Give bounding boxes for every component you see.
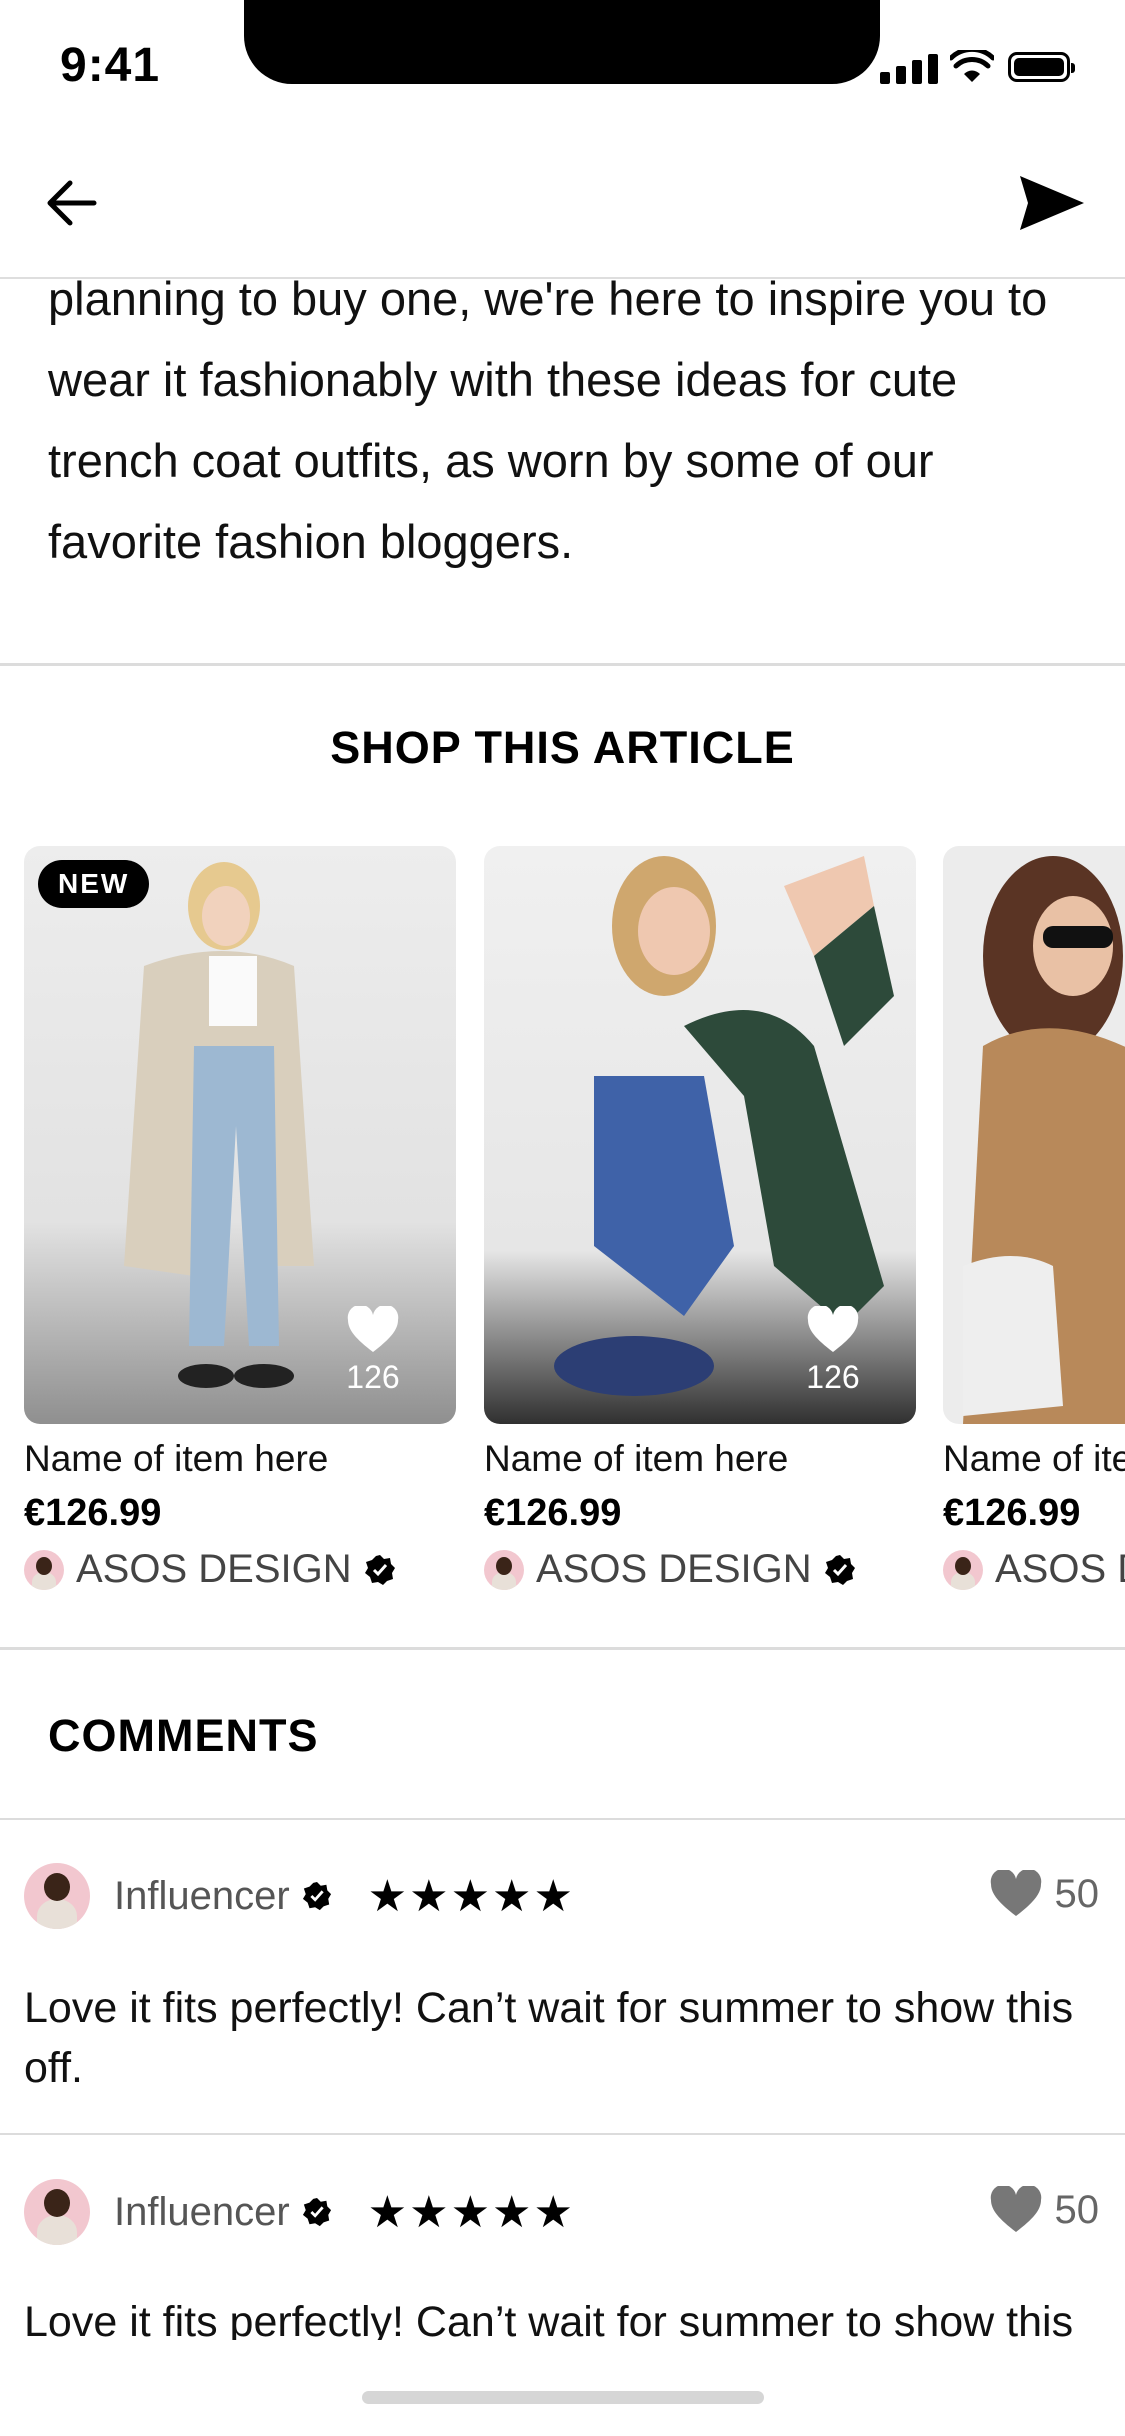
product-brand[interactable]: ASOS DESIGN (943, 1547, 1125, 1592)
product-image[interactable] (943, 846, 1125, 1424)
heart-icon[interactable] (806, 1304, 860, 1354)
device-notch (244, 0, 880, 84)
verified-badge-icon (824, 1554, 855, 1585)
comment-like-count: 50 (1054, 1871, 1100, 1916)
product-price: €126.99 (24, 1492, 162, 1534)
product-likes[interactable]: 126 (798, 1304, 868, 1396)
comment-header: Influencer ★★★★★ 50 (0, 2172, 1125, 2252)
wifi-icon (950, 50, 994, 82)
product-card[interactable]: Name of item here €126.99 ASOS DESIGN (943, 846, 1125, 1592)
heart-icon[interactable] (989, 2186, 1043, 2234)
brand-avatar (24, 1549, 64, 1590)
brand-name: ASOS DESIGN (76, 1547, 352, 1591)
brand-name: ASOS DESIGN (536, 1547, 812, 1591)
product-likes[interactable]: 126 (338, 1304, 408, 1396)
comment-like[interactable]: 50 (989, 1870, 1100, 1918)
avatar[interactable] (24, 1863, 90, 1929)
heart-icon[interactable] (989, 1870, 1043, 1918)
brand-avatar (943, 1549, 983, 1590)
star-rating: ★★★★★ (367, 1871, 575, 1921)
comments-title: COMMENTS (48, 1710, 319, 1761)
home-indicator[interactable] (362, 2391, 764, 2404)
cellular-signal-icon (880, 54, 938, 84)
product-name[interactable]: Name of item here (24, 1438, 456, 1480)
commenter-name[interactable]: Influencer (114, 2190, 290, 2235)
product-card[interactable]: 126 Name of item here €126.99 ASOS DESIG… (484, 846, 916, 1592)
article-body-text: planning to buy one, we're here to inspi… (48, 272, 1048, 568)
heart-icon[interactable] (346, 1304, 400, 1354)
brand-avatar (484, 1549, 524, 1590)
product-name[interactable]: Name of item here (943, 1438, 1125, 1480)
battery-icon (1008, 52, 1075, 82)
likes-count: 126 (346, 1359, 400, 1395)
shop-article-title: SHOP THIS ARTICLE (330, 722, 795, 773)
likes-count: 126 (806, 1359, 860, 1395)
comment-header: Influencer ★★★★★ 50 (0, 1856, 1125, 1936)
verified-badge-icon (302, 2197, 331, 2227)
comment-text: Love it fits perfectly! Can’t wait for s… (24, 1984, 1074, 2092)
product-image[interactable]: NEW 126 (24, 846, 456, 1424)
back-arrow-icon[interactable] (44, 176, 98, 230)
product-brand[interactable]: ASOS DESIGN (484, 1547, 916, 1592)
section-divider (0, 1647, 1125, 1650)
product-price: €126.99 (943, 1492, 1081, 1534)
comment-divider (0, 2133, 1125, 2135)
product-image[interactable]: 126 (484, 846, 916, 1424)
send-share-icon[interactable] (1018, 174, 1086, 232)
avatar[interactable] (24, 2179, 90, 2245)
product-card[interactable]: NEW 126 Name of item here €126.99 ASOS D… (24, 846, 456, 1592)
star-rating: ★★★★★ (367, 2187, 575, 2237)
brand-name: ASOS DESIGN (995, 1547, 1125, 1591)
verified-badge-icon (364, 1554, 395, 1585)
section-divider (0, 1818, 1125, 1820)
product-brand[interactable]: ASOS DESIGN (24, 1547, 456, 1592)
comment-like[interactable]: 50 (989, 2186, 1100, 2234)
status-time: 9:41 (60, 39, 161, 92)
section-divider (0, 663, 1125, 666)
comment-like-count: 50 (1054, 2187, 1100, 2232)
new-badge: NEW (38, 860, 150, 908)
product-name[interactable]: Name of item here (484, 1438, 916, 1480)
verified-badge-icon (302, 1881, 331, 1911)
commenter-name[interactable]: Influencer (114, 1874, 290, 1919)
product-price: €126.99 (484, 1492, 622, 1534)
comment-text: Love it fits perfectly! Can’t wait for s… (24, 2298, 1074, 2340)
